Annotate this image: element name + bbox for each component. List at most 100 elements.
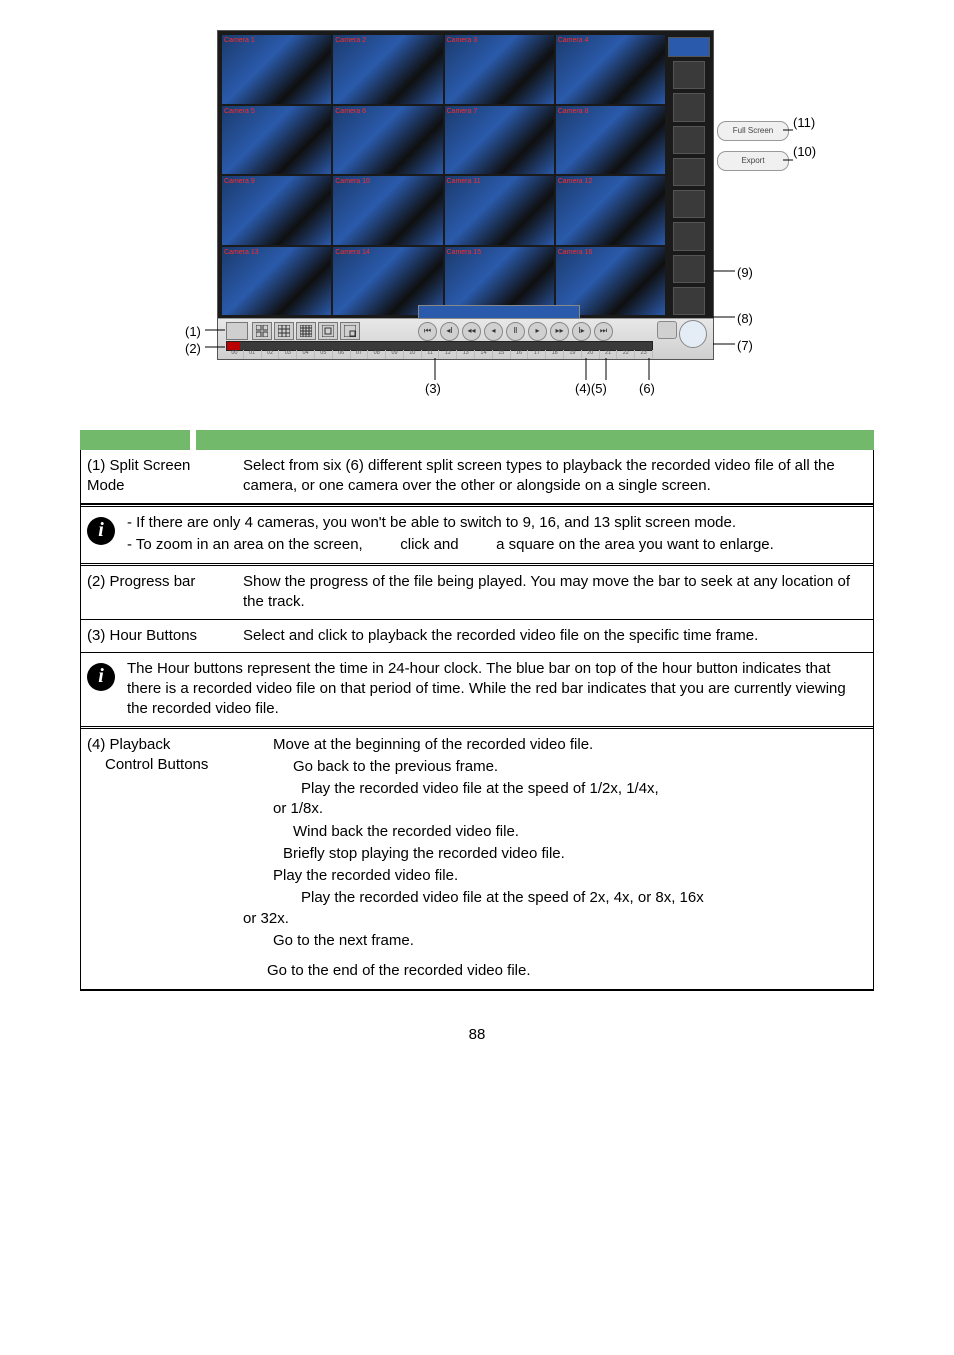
- info-item: To zoom in an area on the screen, click …: [127, 535, 774, 555]
- ctrl-desc: Wind back the recorded video file.: [293, 822, 867, 842]
- info-block-2: i The Hour buttons represent the time in…: [81, 652, 873, 729]
- leader-line: [713, 270, 735, 272]
- hour-button[interactable]: 12: [439, 350, 457, 359]
- next-frame-button[interactable]: Ⅰ▸: [572, 322, 591, 341]
- ctrl-desc: Play the recorded video file.: [273, 866, 867, 886]
- play-button[interactable]: ▸: [528, 322, 547, 341]
- fullscreen-pill[interactable]: Full Screen: [717, 121, 789, 141]
- preview-dial-button[interactable]: [679, 320, 707, 348]
- hour-button[interactable]: 14: [475, 350, 493, 359]
- timestamp-badge: [418, 305, 580, 319]
- hour-button[interactable]: 16: [511, 350, 529, 359]
- hour-button[interactable]: 18: [546, 350, 564, 359]
- hour-button[interactable]: 06: [333, 350, 351, 359]
- slow-rewind-button[interactable]: ◂◂: [462, 322, 481, 341]
- hour-button[interactable]: 00: [226, 350, 244, 359]
- progress-fill: [227, 342, 240, 350]
- split-2x2-button[interactable]: [252, 322, 272, 340]
- app-window: Camera 1 Camera 2 Camera 3 Camera 4 Came…: [217, 30, 714, 360]
- row-label: (2) Progress bar: [87, 572, 227, 613]
- callout-1: (1): [185, 323, 201, 341]
- hour-button[interactable]: 03: [279, 350, 297, 359]
- callout-6: (6): [639, 380, 655, 398]
- strip-slot: [673, 61, 705, 89]
- split-3x3-button[interactable]: [274, 322, 294, 340]
- split-screen-buttons: [252, 322, 360, 340]
- hour-button[interactable]: 19: [564, 350, 582, 359]
- table-header-bar: [80, 430, 874, 450]
- strip-slot: [673, 93, 705, 121]
- camera-tile: Camera 8: [556, 106, 665, 175]
- skip-end-button[interactable]: ⏭: [594, 322, 613, 341]
- hour-button[interactable]: 22: [617, 350, 635, 359]
- row-playback-controls: (4) Playback Control Buttons Move at the…: [81, 729, 873, 991]
- row-label: (1) Split Screen Mode: [87, 456, 227, 497]
- row-body: Select from six (6) different split scre…: [243, 456, 867, 497]
- hour-button[interactable]: 15: [493, 350, 511, 359]
- strip-slot: [673, 158, 705, 186]
- leader-line: [783, 129, 793, 131]
- hour-button[interactable]: 08: [368, 350, 386, 359]
- hour-button[interactable]: 13: [457, 350, 475, 359]
- hour-button[interactable]: 04: [297, 350, 315, 359]
- layout-1x1-button[interactable]: [226, 322, 248, 340]
- ctrl-desc: Briefly stop playing the recorded video …: [283, 844, 867, 864]
- hour-button[interactable]: 21: [600, 350, 618, 359]
- camera-tile: Camera 9: [222, 176, 331, 245]
- strip-slot: [673, 190, 705, 218]
- info-list: If there are only 4 cameras, you won't b…: [127, 513, 774, 558]
- callout-2: (2): [185, 340, 201, 358]
- right-strip: [667, 35, 711, 315]
- camera-tile: Camera 7: [445, 106, 554, 175]
- split-pip-button[interactable]: [340, 322, 360, 340]
- leader-line: [585, 358, 587, 380]
- hour-button[interactable]: 23: [635, 350, 653, 359]
- callout-11: (11): [793, 114, 815, 132]
- prev-frame-button[interactable]: ◂Ⅰ: [440, 322, 459, 341]
- leader-line: [648, 358, 650, 380]
- rewind-button[interactable]: ◂: [484, 322, 503, 341]
- row-split-screen: (1) Split Screen Mode Select from six (6…: [81, 450, 873, 504]
- fast-fwd-button[interactable]: ▸▸: [550, 322, 569, 341]
- hour-button[interactable]: 05: [315, 350, 333, 359]
- leader-line: [434, 358, 436, 380]
- leader-line: [713, 316, 735, 318]
- hour-button[interactable]: 09: [386, 350, 404, 359]
- camera-tile: Camera 3: [445, 35, 554, 104]
- hour-button[interactable]: 10: [404, 350, 422, 359]
- row-body: Move at the beginning of the recorded vi…: [273, 735, 867, 984]
- camera-tile: Camera 2: [333, 35, 442, 104]
- leader-line: [205, 329, 225, 331]
- page: Camera 1 Camera 2 Camera 3 Camera 4 Came…: [0, 0, 954, 1086]
- camera-grid: Camera 1 Camera 2 Camera 3 Camera 4 Came…: [222, 35, 665, 315]
- leader-line: [783, 159, 793, 161]
- callout-7: (7): [737, 337, 753, 355]
- page-number: 88: [80, 1025, 874, 1045]
- info-icon: i: [87, 517, 115, 545]
- hour-button[interactable]: 01: [244, 350, 262, 359]
- hour-button[interactable]: 02: [262, 350, 280, 359]
- row-body: Show the progress of the file being play…: [243, 572, 867, 613]
- hour-button[interactable]: 07: [351, 350, 369, 359]
- camera-tile: Camera 6: [333, 106, 442, 175]
- row-body: Select and click to playback the recorde…: [243, 626, 867, 646]
- export-pill[interactable]: Export: [717, 151, 789, 171]
- camera-tile: Camera 10: [333, 176, 442, 245]
- ctrl-desc: Play the recorded video file at the spee…: [273, 888, 867, 929]
- info-text: The Hour buttons represent the time in 2…: [127, 659, 867, 720]
- callout-10: (10): [793, 143, 816, 161]
- camera-tile: Camera 13: [222, 247, 331, 316]
- row-hour-buttons: (3) Hour Buttons Select and click to pla…: [81, 620, 873, 652]
- ctrl-desc: Move at the beginning of the recorded vi…: [273, 735, 867, 755]
- skip-begin-button[interactable]: ⏮: [418, 322, 437, 341]
- split-13-button[interactable]: [318, 322, 338, 340]
- hour-button[interactable]: 17: [528, 350, 546, 359]
- segment-button[interactable]: [657, 321, 677, 339]
- hour-button[interactable]: 11: [422, 350, 440, 359]
- callout-3: (3): [425, 380, 441, 398]
- row-label: (3) Hour Buttons: [87, 626, 227, 646]
- split-4x4-button[interactable]: [296, 322, 316, 340]
- leader-line: [605, 358, 607, 380]
- pause-button[interactable]: Ⅱ: [506, 322, 525, 341]
- hour-buttons-row: 0001020304050607080910111213141516171819…: [226, 350, 653, 359]
